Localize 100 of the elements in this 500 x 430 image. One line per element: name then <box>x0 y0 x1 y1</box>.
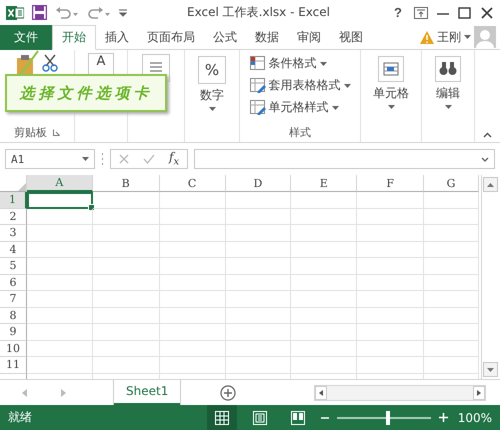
table-cell[interactable] <box>226 291 292 308</box>
table-cell[interactable] <box>92 340 160 357</box>
table-cell[interactable] <box>92 308 160 324</box>
row-header[interactable]: 10 <box>0 340 27 357</box>
help-button[interactable]: ? <box>390 5 406 20</box>
table-cell[interactable] <box>92 208 160 225</box>
table-cell[interactable] <box>26 291 93 308</box>
name-box[interactable]: A1 <box>5 149 95 169</box>
table-cell[interactable] <box>291 291 358 308</box>
table-cell[interactable] <box>226 242 292 258</box>
save-icon[interactable] <box>32 5 47 20</box>
scroll-down-icon[interactable] <box>486 368 494 372</box>
table-cell[interactable] <box>92 324 160 340</box>
table-cell[interactable] <box>291 324 358 340</box>
horizontal-scrollbar[interactable] <box>314 384 486 400</box>
table-cell[interactable] <box>92 258 160 274</box>
table-cell[interactable] <box>424 225 479 242</box>
add-sheet-icon[interactable] <box>220 384 236 400</box>
table-cell[interactable] <box>26 242 93 258</box>
table-cell[interactable] <box>357 324 424 340</box>
scroll-right-icon[interactable] <box>473 386 485 400</box>
table-cell[interactable] <box>424 291 479 308</box>
table-cell[interactable] <box>92 225 160 242</box>
table-cell[interactable] <box>160 208 226 225</box>
editing-button[interactable]: 编辑 <box>433 54 463 111</box>
collapse-ribbon-icon[interactable] <box>483 132 492 138</box>
table-cell[interactable] <box>291 242 358 258</box>
table-cell[interactable] <box>291 192 358 208</box>
table-cell[interactable] <box>357 357 424 374</box>
row-header[interactable]: 5 <box>0 258 27 274</box>
scroll-left-icon[interactable] <box>315 386 327 400</box>
table-cell[interactable] <box>357 274 424 291</box>
table-cell[interactable] <box>160 225 226 242</box>
table-cell[interactable] <box>26 258 93 274</box>
zoom-level[interactable]: 100% <box>458 410 492 424</box>
table-cell[interactable] <box>226 324 292 340</box>
row-header[interactable]: 8 <box>0 308 27 324</box>
zoom-in-icon[interactable] <box>438 413 448 422</box>
table-cell[interactable] <box>226 357 292 374</box>
column-header[interactable]: G <box>424 175 479 192</box>
table-cell[interactable] <box>26 225 93 242</box>
table-cell[interactable] <box>424 324 479 340</box>
row-header[interactable]: 4 <box>0 242 27 258</box>
sheet-tab[interactable]: Sheet1 <box>114 380 180 404</box>
table-cell[interactable] <box>424 357 479 374</box>
table-cell[interactable] <box>26 208 93 225</box>
table-cell[interactable] <box>424 242 479 258</box>
formula-input[interactable] <box>194 149 495 169</box>
launcher-icon[interactable] <box>53 128 60 136</box>
close-icon[interactable] <box>480 6 494 18</box>
cells-button[interactable]: 单元格 <box>371 54 411 111</box>
maximize-icon[interactable] <box>458 6 472 18</box>
ribbon-tab[interactable]: 插入 <box>96 25 138 50</box>
ribbon-tab[interactable]: 审阅 <box>288 25 330 50</box>
table-cell[interactable] <box>226 192 292 208</box>
table-cell[interactable] <box>357 340 424 357</box>
table-cell[interactable] <box>226 225 292 242</box>
table-cell[interactable] <box>226 308 292 324</box>
table-cell[interactable] <box>226 208 292 225</box>
style-menu-button[interactable]: 条件格式 <box>248 54 328 73</box>
row-header[interactable]: 3 <box>0 225 27 242</box>
cut-icon[interactable] <box>42 54 58 72</box>
column-header[interactable]: C <box>160 175 226 192</box>
column-header[interactable]: B <box>92 175 160 192</box>
table-cell[interactable] <box>357 192 424 208</box>
next-sheet-icon[interactable] <box>61 388 66 396</box>
column-header[interactable]: D <box>226 175 292 192</box>
row-header[interactable]: 2 <box>0 208 27 225</box>
row-header[interactable]: 11 <box>0 357 27 374</box>
ribbon-tab[interactable]: 页面布局 <box>138 25 204 50</box>
table-cell[interactable] <box>424 258 479 274</box>
ribbon-tab[interactable]: 开始 <box>52 25 96 50</box>
table-cell[interactable] <box>92 242 160 258</box>
table-cell[interactable] <box>291 308 358 324</box>
table-cell[interactable] <box>92 357 160 374</box>
table-cell[interactable] <box>424 340 479 357</box>
table-cell[interactable] <box>357 308 424 324</box>
style-menu-button[interactable]: 套用表格格式 <box>248 76 352 95</box>
ribbon-tab[interactable]: 公式 <box>204 25 246 50</box>
row-header[interactable]: 6 <box>0 274 27 291</box>
table-cell[interactable] <box>357 208 424 225</box>
table-cell[interactable] <box>226 340 292 357</box>
cancel-icon[interactable] <box>119 154 129 164</box>
table-cell[interactable] <box>424 308 479 324</box>
table-cell[interactable] <box>160 324 226 340</box>
file-tab[interactable]: 文件 <box>0 25 52 50</box>
style-menu-button[interactable]: 单元格样式 <box>248 98 340 117</box>
splitter-icon[interactable] <box>101 153 104 165</box>
table-cell[interactable] <box>92 274 160 291</box>
table-cell[interactable] <box>226 274 292 291</box>
table-cell[interactable] <box>160 258 226 274</box>
table-cell[interactable] <box>357 258 424 274</box>
column-header[interactable]: E <box>291 175 358 192</box>
table-cell[interactable] <box>424 192 479 208</box>
table-cell[interactable] <box>160 192 226 208</box>
ribbon-tab[interactable]: 视图 <box>330 25 372 50</box>
insert-function-button[interactable]: f$_{x}$ <box>169 150 180 168</box>
table-cell[interactable] <box>160 357 226 374</box>
previous-sheet-icon[interactable] <box>22 388 27 396</box>
table-cell[interactable] <box>424 274 479 291</box>
